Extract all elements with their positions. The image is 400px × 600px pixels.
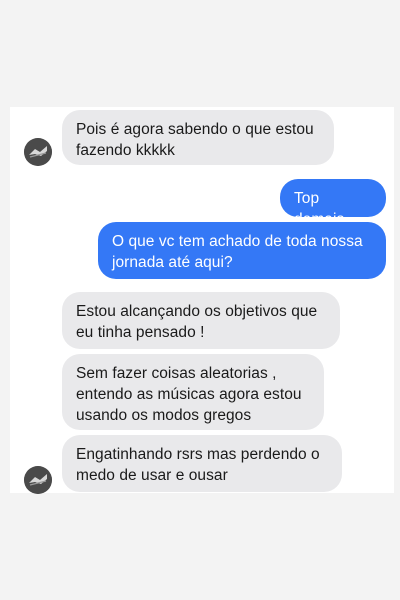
message-bubble-outgoing[interactable]: O que vc tem achado de toda nossa jornad… xyxy=(98,222,386,279)
profile-photo-icon xyxy=(24,138,52,166)
message-text: Engatinhando rsrs mas perdendo o medo de… xyxy=(76,446,320,484)
message-text: Estou alcançando os objetivos que eu tin… xyxy=(76,303,318,341)
message-bubble-incoming[interactable]: Sem fazer coisas aleatorias , entendo as… xyxy=(62,354,324,430)
message-bubble-incoming[interactable]: Estou alcançando os objetivos que eu tin… xyxy=(62,292,340,349)
message-bubble-incoming[interactable]: Pois é agora sabendo o que estou fazendo… xyxy=(62,110,334,165)
chat-thread: Pois é agora sabendo o que estou fazendo… xyxy=(10,107,394,494)
contact-avatar[interactable] xyxy=(24,138,52,166)
message-text: O que vc tem achado de toda nossa jornad… xyxy=(112,233,363,271)
profile-photo-icon xyxy=(24,466,52,494)
message-bubble-incoming[interactable]: Engatinhando rsrs mas perdendo o medo de… xyxy=(62,435,342,492)
message-text: Pois é agora sabendo o que estou fazendo… xyxy=(76,121,314,159)
message-text: Sem fazer coisas aleatorias , entendo as… xyxy=(76,365,302,424)
message-bubble-outgoing[interactable]: Top demais xyxy=(280,179,386,228)
contact-avatar[interactable] xyxy=(24,466,52,494)
